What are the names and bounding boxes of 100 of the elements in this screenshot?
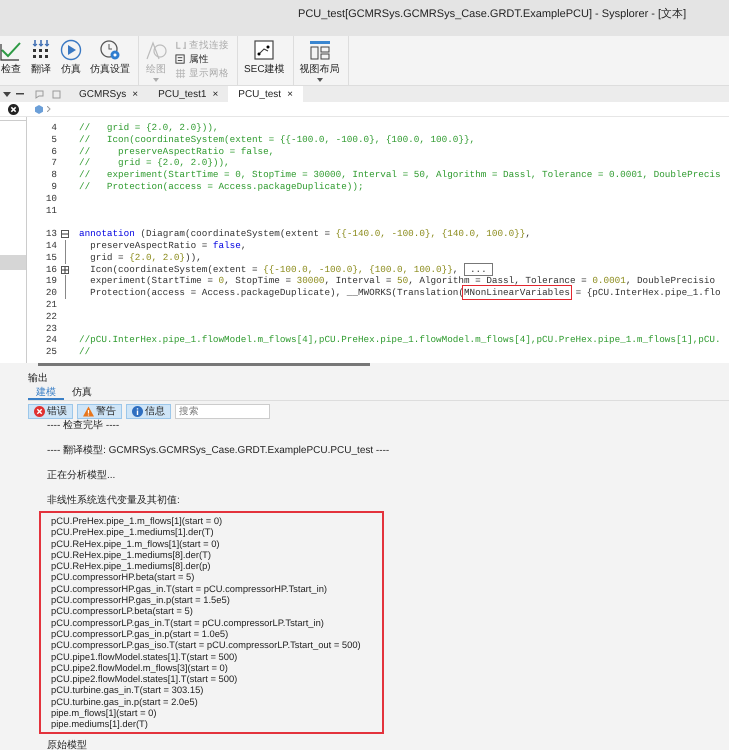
log-line: 非线性系统迭代变量及其初值: xyxy=(47,495,181,507)
log-line: 原始模型 xyxy=(47,740,88,750)
log-line: pipe.mediums[1].der(T) xyxy=(51,718,149,730)
code-line: preserveAspectRatio = false, xyxy=(89,240,246,252)
ribbon-button[interactable]: 仿真设置 xyxy=(90,39,130,76)
filter-button[interactable]: 错误 xyxy=(28,404,73,419)
minimize-icon[interactable] xyxy=(16,93,24,95)
caret-icon xyxy=(316,78,323,82)
ribbon-button[interactable]: 视图布局 xyxy=(300,39,340,83)
log-line: 正在分析模型... xyxy=(47,470,116,482)
code-line: // Icon(coordinateSystem(extent = {{-100.0, -100.0}, {100.0, 100.0}}, xyxy=(79,134,476,146)
ribbon-button[interactable]: 检查 xyxy=(0,39,22,76)
filter-button[interactable]: 信息 xyxy=(126,404,171,419)
clock-gear-icon xyxy=(99,39,121,61)
code-line: // experiment(StartTime = 0, StopTime = 30000, Interval = 50, Algorithm = Dassl, Tolerance = 0.0001, DoublePrecis xyxy=(79,169,721,181)
line-number: 5 xyxy=(50,134,58,146)
log-line: pCU.ReHex.pipe_1.m_flows[1](start = 0) xyxy=(51,538,221,549)
play-icon xyxy=(60,39,82,61)
log-line: pCU.compressorLP.gas_in.p(start = 1.0e5) xyxy=(51,628,228,640)
dropdown-icon[interactable] xyxy=(2,92,11,96)
shapes-icon xyxy=(145,39,167,61)
line-number: 4 xyxy=(50,122,58,134)
log-line: pCU.pipe2.flowModel.m_flows[3](start = 0) xyxy=(51,662,228,674)
expand-icon[interactable] xyxy=(61,266,69,274)
info-icon xyxy=(132,406,143,417)
line-number: 22 xyxy=(44,310,58,323)
ribbon-button[interactable]: 属性 xyxy=(175,53,229,66)
filter-button[interactable]: 警告 xyxy=(77,404,122,419)
log-line: pCU.compressorLP.gas_iso.T(start = pCU.compressorLP.Tstart_out = 500) xyxy=(51,639,362,651)
line-number: 14 xyxy=(44,240,58,252)
caret-icon xyxy=(153,78,159,82)
code-line: Icon(coordinateSystem(extent = {{-100.0, -100.0}, {100.0, 100.0}}, ... xyxy=(79,264,493,276)
code-line: // preserveAspectRatio = false, xyxy=(79,146,274,158)
error-icon xyxy=(34,406,45,417)
log-line: pCU.compressorHP.gas_in.p(start = 1.5e5) xyxy=(51,594,231,606)
code-line: experiment(StartTime = 0, StopTime = 30000, Interval = 50, Algorithm = Dassl, Tolerance = 0.0001, DoublePrecisio xyxy=(89,275,716,288)
ribbon-button[interactable]: SEC建模 xyxy=(244,39,285,76)
collapse-icon[interactable] xyxy=(61,230,69,238)
code-line: // xyxy=(79,346,90,358)
line-number: 24 xyxy=(44,334,58,346)
code-line: //pCU.InterHex.pipe_1.flowModel.m_flows[4],pCU.PreHex.pipe_1.flowModel.m_flows[4],pCU.PreHex.pipe_1.m_flows[1],pCU. xyxy=(79,334,721,346)
folded-code-button[interactable]: ... xyxy=(464,262,493,276)
editor-tab[interactable]: GCMRSys × xyxy=(69,86,148,102)
line-number: 23 xyxy=(44,322,58,334)
warning-icon xyxy=(83,406,94,417)
line-number: 15 xyxy=(44,252,58,264)
log-line: pCU.compressorHP.gas_in.T(start = pCU.compressorHP.Tstart_in) xyxy=(51,582,328,594)
grid-icon xyxy=(175,68,186,79)
line-number: 7 xyxy=(50,157,58,170)
diagram-icon xyxy=(253,39,276,61)
line-number: 25 xyxy=(44,346,58,358)
code-line: // Protection(access = Access.packageDuplicate)); xyxy=(79,180,364,193)
log-line: ---- 检查完毕 ---- xyxy=(47,420,120,432)
line-number: 8 xyxy=(50,169,58,181)
log-line: pCU.compressorLP.gas_in.T(start = pCU.compressorLP.Tstart_in) xyxy=(51,616,325,628)
ribbon-button[interactable]: 翻译 xyxy=(30,39,52,76)
log-line: pCU.turbine.gas_in.p(start = 2.0e5) xyxy=(51,696,199,708)
line-number: 11 xyxy=(44,204,58,216)
code-line: grid = {2.0, 2.0})), xyxy=(89,252,202,264)
log-line: pCU.PreHex.pipe_1.m_flows[1](start = 0) xyxy=(51,515,224,526)
code-line: Protection(access = Access.packageDuplicate), __MWORKS(Translation(MNonLinearVariables = {pCU.InterHex.pipe_1.flo xyxy=(89,287,721,299)
log-line: pCU.ReHex.pipe_1.mediums[8].der(p) xyxy=(51,560,212,572)
line-number: 10 xyxy=(44,192,58,205)
grid-arrows-icon xyxy=(30,39,52,61)
layout-icon xyxy=(308,39,331,61)
editor-tab[interactable]: PCU_test1 × xyxy=(148,86,228,102)
code-line: // grid = {2.0, 2.0})), xyxy=(79,122,218,134)
line-number: 21 xyxy=(44,298,58,311)
code-line: // grid = {2.0, 2.0})), xyxy=(79,157,230,170)
scrollbar[interactable] xyxy=(38,363,370,366)
window-title: PCU_test[GCMRSys.GCMRSys_Case.GRDT.ExamplePCU] - Sysplorer - [文本] xyxy=(298,8,686,20)
ribbon-button[interactable]: 仿真 xyxy=(60,39,82,76)
highlighted-code: MNonLinearVariables xyxy=(464,287,570,298)
output-tab[interactable]: 建模 xyxy=(28,385,64,400)
log-line: pCU.turbine.gas_in.T(start = 303.15) xyxy=(51,684,204,696)
log-line: ---- 翻译模型: GCMRSys.GCMRSys_Case.GRDT.ExamplePCU.PCU_test ---- xyxy=(47,445,390,457)
output-tab[interactable]: 仿真 xyxy=(64,385,100,400)
log-line: pipe.m_flows[1](start = 0) xyxy=(51,707,158,718)
connect-icon xyxy=(175,40,186,51)
line-number: 13 xyxy=(44,228,58,240)
log-line: pCU.pipe2.flowModel.states[1].T(start = 500) xyxy=(51,673,238,684)
panel-title: 输出 xyxy=(28,373,48,384)
close-tab-button[interactable]: × xyxy=(287,86,293,102)
close-tab-button[interactable]: × xyxy=(132,86,138,102)
list-icon xyxy=(175,54,186,65)
search-field[interactable]: 搜索 xyxy=(175,404,270,419)
log-line: pCU.compressorHP.beta(start = 5) xyxy=(51,571,196,583)
line-number: 16 xyxy=(44,264,58,276)
log-line: pCU.ReHex.pipe_1.mediums[8].der(T) xyxy=(51,548,212,560)
close-icon[interactable] xyxy=(8,104,19,114)
line-number: 6 xyxy=(50,146,58,158)
editor-tab[interactable]: PCU_test × xyxy=(228,86,303,102)
log-line: pCU.compressorLP.beta(start = 5) xyxy=(51,605,194,617)
close-tab-button[interactable]: × xyxy=(212,86,218,102)
log-line: pCU.pipe1.flowModel.states[1].T(start = 500) xyxy=(51,650,238,662)
line-number: 20 xyxy=(44,287,58,299)
class-icon[interactable] xyxy=(35,104,43,114)
line-number: 9 xyxy=(50,180,58,193)
chevron-icon[interactable] xyxy=(47,106,51,112)
line-number: 19 xyxy=(44,275,58,288)
